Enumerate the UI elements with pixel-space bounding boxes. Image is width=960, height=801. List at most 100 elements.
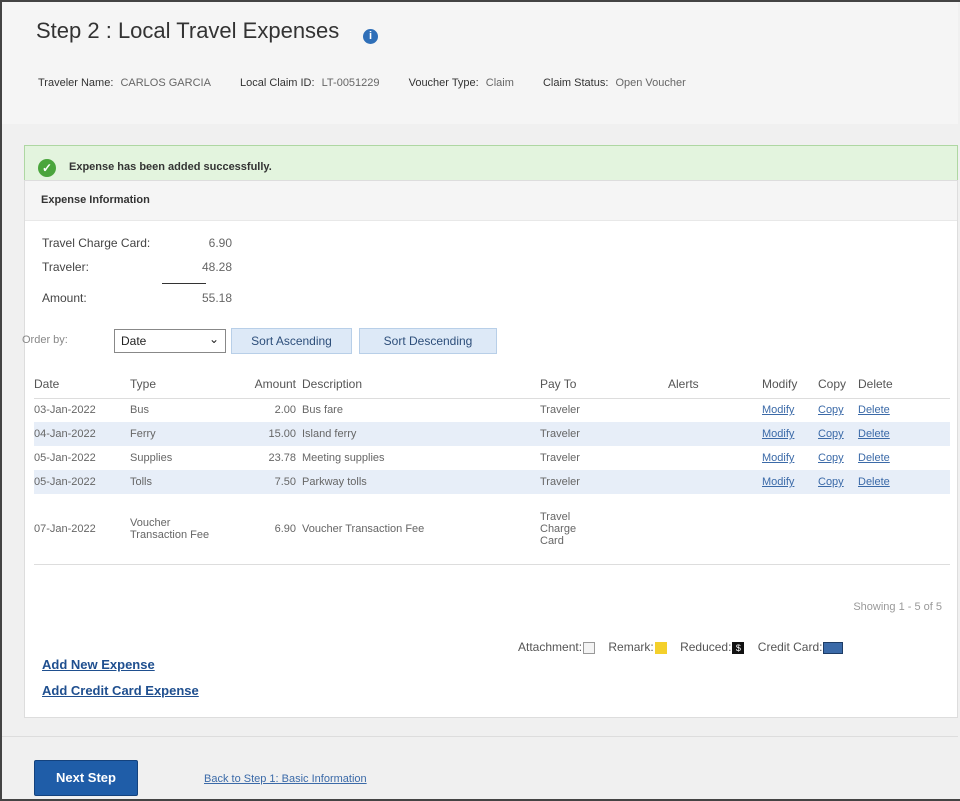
check-circle-icon: ✓ — [38, 159, 56, 177]
row-modify-cell: Modify — [762, 398, 818, 422]
order-by-select[interactable]: Date ⌄ — [114, 329, 226, 353]
row-pay-to: Travel Charge Card — [540, 494, 668, 565]
row-type-line: Voucher — [130, 516, 171, 529]
panel-title: Expense Information — [41, 194, 150, 206]
row-alerts — [668, 446, 762, 470]
row-amount: 2.00 — [274, 404, 296, 417]
subtotal-divider — [162, 283, 206, 284]
delete-link[interactable]: Delete — [858, 428, 890, 440]
row-alerts — [668, 494, 762, 565]
copy-link[interactable]: Copy — [818, 452, 844, 464]
info-icon[interactable]: i — [363, 29, 378, 44]
row-modify-cell: Modify — [762, 446, 818, 470]
row-copy-cell: Copy — [818, 470, 858, 494]
row-modify-cell — [762, 494, 818, 565]
row-copy-cell: Copy — [818, 422, 858, 446]
modify-link[interactable]: Modify — [762, 452, 794, 464]
row-description: Meeting supplies — [302, 452, 385, 464]
claim-id-value: LT-0051229 — [321, 77, 380, 89]
column-header-amount[interactable]: Amount — [234, 370, 302, 399]
copy-link[interactable]: Copy — [818, 428, 844, 440]
row-type: Ferry — [130, 422, 234, 446]
row-alerts — [668, 398, 762, 422]
row-copy-cell: Copy — [818, 398, 858, 422]
copy-link[interactable]: Copy — [818, 476, 844, 488]
table-row: 05-Jan-2022 Supplies 23.78 Meeting suppl… — [34, 446, 950, 470]
row-date: 07-Jan-2022 — [34, 494, 130, 565]
traveler-name-value: CARLOS GARCIA — [120, 77, 211, 89]
row-description: Parkway tolls — [302, 470, 540, 494]
delete-link[interactable]: Delete — [858, 452, 890, 464]
travel-charge-card-value: 6.90 — [208, 236, 232, 250]
claim-id-label: Local Claim ID: — [239, 77, 315, 89]
voucher-type-value: Claim — [485, 77, 514, 89]
table-row: 05-Jan-2022 Tolls 7.50 Parkway tolls Tra… — [34, 470, 950, 494]
delete-link[interactable]: Delete — [858, 404, 890, 416]
row-pay-to: Traveler — [540, 422, 668, 446]
row-delete-cell: Delete — [858, 398, 950, 422]
order-by-label: Order by: — [22, 334, 68, 346]
table-row: 04-Jan-2022 Ferry 15.00 Island ferry Tra… — [34, 422, 950, 446]
modify-link[interactable]: Modify — [762, 476, 794, 488]
legend-attachment-label: Attachment: — [518, 640, 583, 654]
row-pay-to-line: Charge — [540, 522, 577, 535]
row-description: Bus fare — [302, 404, 343, 417]
add-new-expense-link[interactable]: Add New Expense — [42, 657, 155, 672]
column-header-modify: Modify — [762, 370, 818, 399]
column-header-type[interactable]: Type — [130, 370, 234, 399]
column-header-pay-to[interactable]: Pay To — [540, 370, 668, 399]
copy-link[interactable]: Copy — [818, 404, 844, 416]
row-copy-cell: Copy — [818, 446, 858, 470]
amount-label: Amount: — [42, 291, 87, 305]
row-copy-cell — [818, 494, 858, 565]
column-header-copy: Copy — [818, 370, 858, 399]
column-header-date[interactable]: Date — [34, 370, 130, 399]
row-delete-cell: Delete — [858, 422, 950, 446]
attachment-icon — [583, 641, 596, 654]
sort-ascending-button[interactable]: Sort Ascending — [231, 328, 352, 354]
delete-link[interactable]: Delete — [858, 476, 890, 488]
row-date: 05-Jan-2022 — [34, 470, 130, 494]
icon-legend: Attachment: Remark: Reduced: $ Credit Car… — [518, 640, 853, 654]
row-type: Tolls — [130, 470, 234, 494]
row-pay-to: Traveler — [540, 470, 668, 494]
page-footer — [2, 736, 958, 799]
row-type: Voucher Transaction Fee — [130, 494, 234, 565]
panel-header: Expense Information — [25, 181, 957, 221]
column-header-alerts: Alerts — [668, 370, 762, 399]
row-amount: 6.90 — [234, 494, 302, 565]
travel-charge-card-label: Travel Charge Card: — [42, 236, 151, 250]
legend-reduced-label: Reduced: — [680, 640, 732, 654]
traveler-value: 48.28 — [201, 260, 232, 274]
table-row: 07-Jan-2022 Voucher Transaction Fee 6.90… — [34, 494, 950, 565]
claim-status-label: Claim Status: — [542, 77, 609, 89]
back-to-step-1-link[interactable]: Back to Step 1: Basic Information — [204, 773, 367, 785]
page-header: Step 2 : Local Travel Expenses i Travele… — [2, 2, 958, 124]
sort-descending-button[interactable]: Sort Descending — [359, 328, 497, 354]
row-alerts — [668, 422, 762, 446]
row-amount: 23.78 — [268, 452, 296, 464]
legend-remark-label: Remark: — [608, 640, 654, 654]
next-step-button[interactable]: Next Step — [34, 760, 138, 796]
row-delete-cell: Delete — [858, 470, 950, 494]
legend-remark: Remark: — [608, 640, 667, 654]
row-modify-cell: Modify — [762, 422, 818, 446]
row-delete-cell: Delete — [858, 446, 950, 470]
table-header-row: Date Type Amount Description Pay To Aler… — [34, 370, 950, 399]
row-date: 05-Jan-2022 — [34, 452, 96, 464]
row-delete-cell — [858, 494, 950, 565]
chevron-down-icon: ⌄ — [208, 332, 219, 346]
traveler-name-label: Traveler Name: — [38, 77, 114, 89]
row-description: Voucher Transaction Fee — [302, 494, 540, 565]
credit-card-icon — [823, 641, 844, 654]
column-header-description[interactable]: Description — [302, 370, 540, 399]
row-alerts — [668, 470, 762, 494]
row-type-line: Transaction Fee — [130, 528, 210, 541]
add-credit-card-expense-link[interactable]: Add Credit Card Expense — [42, 683, 199, 698]
modify-link[interactable]: Modify — [762, 404, 794, 416]
row-date: 04-Jan-2022 — [34, 422, 130, 446]
row-date: 03-Jan-2022 — [34, 404, 96, 417]
table-row: 03-Jan-2022 Bus 2.00 Bus fare Traveler M… — [34, 398, 950, 422]
amount-value: 55.18 — [201, 291, 232, 305]
modify-link[interactable]: Modify — [762, 428, 794, 440]
